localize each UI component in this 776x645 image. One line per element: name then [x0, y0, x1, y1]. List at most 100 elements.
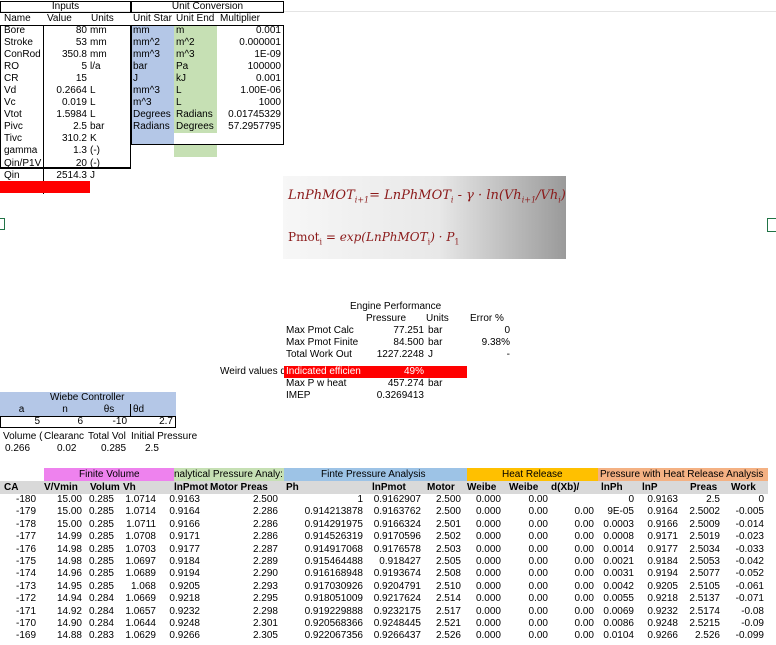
table-cell[interactable]: 0.9166	[160, 519, 200, 531]
table-cell[interactable]: 2.514	[425, 593, 461, 605]
table-cell[interactable]: 1.0697	[118, 556, 156, 568]
table-cell[interactable]: 0.00	[552, 630, 594, 642]
table-cell[interactable]: -0.033	[724, 544, 764, 556]
table-cell[interactable]: 0.00	[505, 506, 548, 518]
table-cell[interactable]: 0.00	[552, 519, 594, 531]
uc-multiplier[interactable]: 0.01745329	[218, 109, 281, 121]
table-cell[interactable]: 1.068	[118, 581, 156, 593]
table-cell[interactable]: 0.0055	[598, 593, 634, 605]
table-cell[interactable]: 0.0069	[598, 606, 634, 618]
table-cell[interactable]: 0.9217624	[367, 593, 421, 605]
table-cell[interactable]: 2.5174	[682, 606, 720, 618]
ep-value[interactable]: 77.251	[340, 325, 424, 337]
input-value[interactable]: 0.2664	[44, 85, 87, 97]
table-cell[interactable]: 0.0008	[598, 531, 634, 543]
table-cell[interactable]: 0.9176578	[367, 544, 421, 556]
ep-value[interactable]: 0.3269413	[340, 390, 424, 402]
table-cell[interactable]: 0.00	[505, 618, 548, 630]
table-cell[interactable]: 0.00	[505, 581, 548, 593]
table-cell[interactable]: 14.95	[44, 581, 82, 593]
table-cell[interactable]: 0.00	[552, 556, 594, 568]
wiebe-value-thetas[interactable]: -10	[87, 416, 127, 428]
table-cell[interactable]: 0.918427	[367, 556, 421, 568]
table-cell[interactable]: 0.9266	[638, 630, 678, 642]
wiebe-value-n[interactable]: 6	[43, 416, 83, 428]
table-cell[interactable]: 0.000	[465, 581, 501, 593]
table-cell[interactable]: 0.000	[465, 593, 501, 605]
uc-multiplier[interactable]: 1000	[218, 97, 281, 109]
equation-image[interactable]: LnPhMOTi+1= LnPhMOTi - γ · ln(Vhi+1/Vhi)…	[283, 176, 566, 259]
table-cell[interactable]: 0.915464488	[282, 556, 363, 568]
table-cell[interactable]: 0.9232175	[367, 606, 421, 618]
table-cell[interactable]: 2.5	[682, 494, 720, 506]
input-value[interactable]: 5	[44, 61, 87, 73]
table-cell[interactable]: 0.9163	[160, 494, 200, 506]
table-cell[interactable]: 0.285	[86, 531, 114, 543]
table-cell[interactable]: 0.0021	[598, 556, 634, 568]
table-cell[interactable]: 0.0086	[598, 618, 634, 630]
table-cell[interactable]: -0.08	[724, 606, 764, 618]
table-cell[interactable]: 2.289	[204, 556, 278, 568]
table-cell[interactable]: 0.00	[552, 618, 594, 630]
table-cell[interactable]: 0.00	[505, 544, 548, 556]
table-cell[interactable]: 1.0629	[118, 630, 156, 642]
table-cell[interactable]: 2.286	[204, 506, 278, 518]
table-cell[interactable]: 15.00	[44, 506, 82, 518]
table-cell[interactable]: 2.293	[204, 581, 278, 593]
table-cell[interactable]: 2.521	[425, 618, 461, 630]
table-cell[interactable]: 0.914917068	[282, 544, 363, 556]
table-cell[interactable]: 2.501	[425, 519, 461, 531]
table-cell[interactable]: 14.88	[44, 630, 82, 642]
table-cell[interactable]: 2.508	[425, 568, 461, 580]
table-cell[interactable]: 0.9163	[638, 494, 678, 506]
table-cell[interactable]: 0.9218	[638, 593, 678, 605]
table-cell[interactable]: -172	[0, 593, 36, 605]
table-cell[interactable]: 0.9171	[160, 531, 200, 543]
table-cell[interactable]: 0.00	[505, 606, 548, 618]
table-cell[interactable]: -0.014	[724, 519, 764, 531]
table-cell[interactable]: 0.917030926	[282, 581, 363, 593]
table-cell[interactable]: 1.0714	[118, 506, 156, 518]
table-cell[interactable]: 2.517	[425, 606, 461, 618]
table-cell[interactable]: 0.00	[552, 544, 594, 556]
table-cell[interactable]: -180	[0, 494, 36, 506]
table-cell[interactable]: 0.914526319	[282, 531, 363, 543]
table-cell[interactable]: 0.918051009	[282, 593, 363, 605]
table-cell[interactable]: -0.005	[724, 506, 764, 518]
table-cell[interactable]: -0.09	[724, 618, 764, 630]
table-cell[interactable]: 0.283	[86, 630, 114, 642]
table-cell[interactable]: 2.510	[425, 581, 461, 593]
table-cell[interactable]: 0.9171	[638, 531, 678, 543]
table-cell[interactable]: 0.920568366	[282, 618, 363, 630]
table-cell[interactable]: 0.9218	[160, 593, 200, 605]
table-cell[interactable]: 2.503	[425, 544, 461, 556]
table-cell[interactable]: 14.99	[44, 531, 82, 543]
table-cell[interactable]: 0.00	[552, 568, 594, 580]
table-cell[interactable]: 0.0003	[598, 519, 634, 531]
table-cell[interactable]: 15.00	[44, 519, 82, 531]
table-cell[interactable]: 0.9164	[638, 506, 678, 518]
table-cell[interactable]: 14.98	[44, 544, 82, 556]
ep-value[interactable]: 1227.2248	[340, 349, 424, 361]
table-cell[interactable]: 2.5009	[682, 519, 720, 531]
table-cell[interactable]: -176	[0, 544, 36, 556]
table-cell[interactable]: 2.500	[204, 494, 278, 506]
table-cell[interactable]: 0.9205	[638, 581, 678, 593]
table-cell[interactable]: 2.295	[204, 593, 278, 605]
table-cell[interactable]: 14.92	[44, 606, 82, 618]
table-cell[interactable]: -0.042	[724, 556, 764, 568]
table-cell[interactable]: 1	[282, 494, 363, 506]
table-cell[interactable]: 0.285	[86, 519, 114, 531]
table-cell[interactable]: 14.94	[44, 593, 82, 605]
table-cell[interactable]: 0.9164	[160, 506, 200, 518]
table-cell[interactable]: 0.000	[465, 531, 501, 543]
table-cell[interactable]: 0.000	[465, 606, 501, 618]
table-cell[interactable]: 0.285	[86, 506, 114, 518]
table-cell[interactable]: 0.0104	[598, 630, 634, 642]
table-cell[interactable]: 2.5019	[682, 531, 720, 543]
table-cell[interactable]: -173	[0, 581, 36, 593]
input-value[interactable]: 310.2	[44, 133, 87, 145]
table-cell[interactable]: 0.00	[552, 506, 594, 518]
table-cell[interactable]: 0.284	[86, 593, 114, 605]
table-cell[interactable]: 0.285	[86, 556, 114, 568]
